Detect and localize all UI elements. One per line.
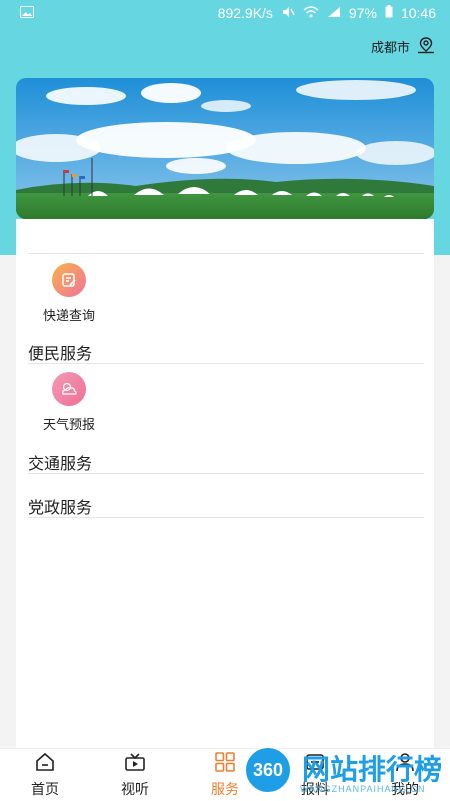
nav-home[interactable]: 首页 (0, 749, 90, 801)
nav-home-label: 首页 (31, 780, 59, 797)
watermark-badge: 360 (244, 746, 292, 794)
banner-image[interactable] (16, 78, 434, 219)
status-bar: 892.9K/s 97% 10:46 (0, 0, 450, 26)
divider (28, 253, 424, 254)
divider (28, 517, 424, 518)
section-convenience-title: 便民服务 (28, 346, 93, 363)
clock: 10:46 (400, 5, 436, 21)
location-selector[interactable]: 成都市 (371, 36, 436, 57)
section-traffic-title: 交通服务 (28, 456, 93, 473)
weather-forecast-label: 天气预报 (42, 417, 95, 432)
watermark-subtext: WANGZHANPAIHANG.CN (300, 784, 426, 794)
battery-level: 97% (348, 5, 377, 21)
express-query-label: 快递查询 (42, 308, 95, 323)
divider (28, 363, 424, 364)
battery-icon (385, 5, 393, 21)
weather-icon (52, 372, 86, 406)
network-speed: 892.9K/s (217, 5, 273, 21)
signal-icon (327, 5, 341, 21)
express-query-button[interactable]: 快递查询 (27, 263, 111, 324)
express-query-icon (52, 263, 86, 297)
home-icon (34, 752, 56, 777)
mute-icon (281, 5, 295, 22)
divider (28, 473, 424, 474)
watermark-text: 网站排行榜 (302, 754, 443, 785)
gallery-notification-icon (20, 5, 34, 21)
grid-icon (214, 751, 236, 777)
section-party-title: 党政服务 (28, 500, 93, 517)
weather-forecast-button[interactable]: 天气预报 (27, 372, 111, 433)
wifi-icon (303, 5, 319, 21)
video-icon (124, 752, 146, 777)
map-pin-icon (416, 36, 436, 57)
city-label: 成都市 (370, 40, 410, 55)
nav-video[interactable]: 视听 (90, 749, 180, 801)
nav-video-label: 视听 (121, 780, 149, 797)
nav-service-label: 服务 (211, 780, 239, 797)
